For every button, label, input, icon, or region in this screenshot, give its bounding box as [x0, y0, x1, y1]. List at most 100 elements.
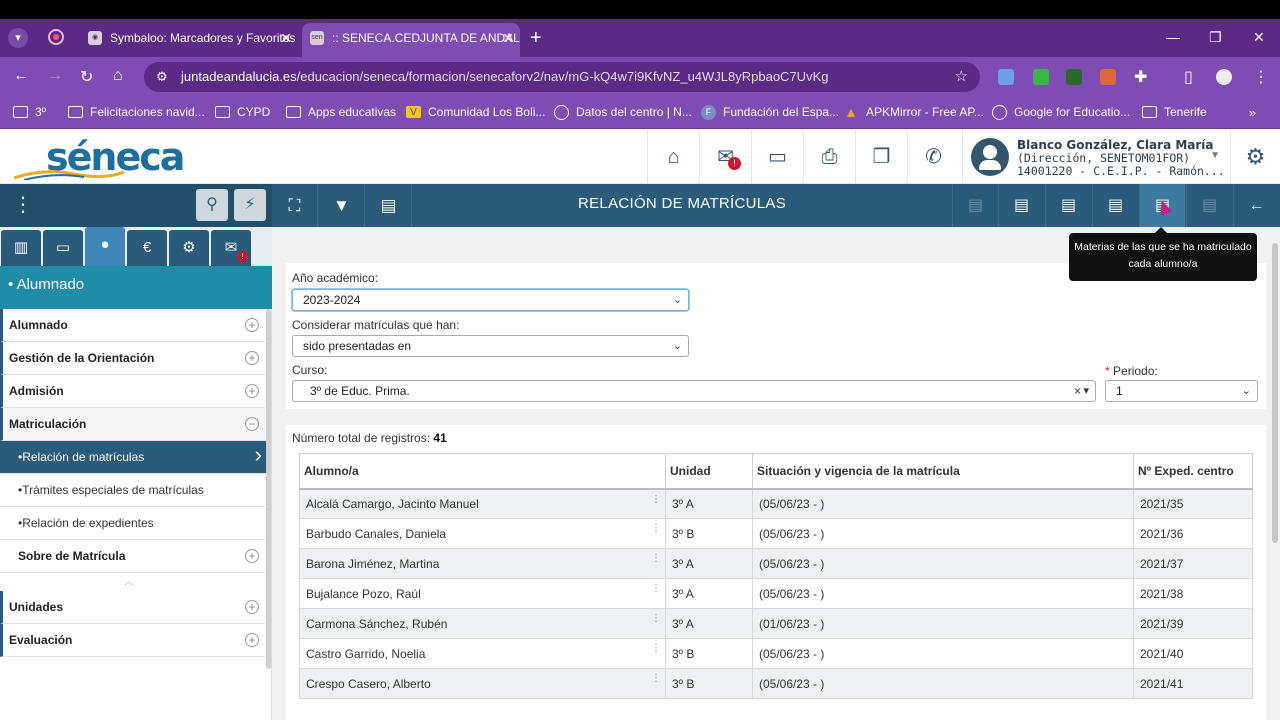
bookmark-item[interactable]: CYPD [215, 97, 270, 128]
sidebar-item-expedientes[interactable]: •Relación de expedientes [0, 507, 266, 540]
sidebar-scrollbar[interactable] [266, 309, 271, 669]
plus-icon[interactable]: + [245, 549, 259, 563]
bookmark-item[interactable]: ▲ APKMirror - Free AP... [844, 97, 984, 128]
user-menu[interactable]: Blanco González, Clara María (Dirección,… [962, 130, 1228, 184]
bookmark-item[interactable]: Felicitaciones navid... [68, 97, 205, 128]
chevron-up-icon[interactable]: ︿ [124, 573, 134, 588]
back-arrow-icon[interactable]: ← [1233, 184, 1279, 227]
table-row[interactable]: Bujalance Pozo, Raúl ⋮ 3º A (05/06/23 - ) 20… [299, 578, 1253, 609]
row-menu-icon[interactable]: ⋮ [651, 494, 661, 505]
url-bar[interactable]: ⚙ juntadeandalucia.es/educacion/seneca/f… [144, 62, 980, 92]
bookmark-item[interactable]: Google for Educatio... [992, 97, 1130, 128]
close-icon[interactable]: ✕ [280, 23, 292, 53]
plus-icon[interactable]: + [245, 318, 259, 332]
col-alumno[interactable]: Alumno/a [299, 453, 666, 490]
minus-icon[interactable]: − [245, 417, 259, 431]
course-select[interactable]: 3º de Educ. Prima. × ▾ [292, 380, 1096, 402]
close-icon[interactable]: ✕ [502, 23, 514, 53]
document-edit-icon[interactable]: ▤ [1092, 184, 1138, 227]
home-icon[interactable]: ⌂ [113, 67, 123, 85]
bookmark-item[interactable]: 3º [13, 97, 46, 128]
gear-icon[interactable]: ⚙ [1230, 130, 1280, 184]
row-menu-icon[interactable]: ⋮ [651, 613, 661, 624]
minimize-icon[interactable]: — [1166, 29, 1180, 45]
bookmark-item[interactable]: V Comunidad Los Boli... [406, 97, 545, 128]
document-add-icon[interactable]: ▤ [998, 184, 1044, 227]
star-icon[interactable]: ☆ [955, 62, 968, 92]
menu-kebab-icon[interactable]: ⋮ [13, 194, 33, 216]
forward-icon[interactable]: → [47, 67, 63, 85]
extension-icon[interactable] [1066, 69, 1082, 85]
profile-avatar[interactable] [1216, 69, 1232, 85]
copy-icon[interactable]: ❐ [855, 130, 907, 184]
bookmark-item[interactable]: Datos del centro | N... [554, 97, 692, 128]
site-info-icon[interactable]: ⚙ [156, 62, 168, 92]
row-menu-icon[interactable]: ⋮ [651, 553, 661, 564]
pdf-icon[interactable]: ▤ [366, 184, 412, 227]
sidebar-item-alumnado[interactable]: Alumnado + [0, 309, 266, 342]
sidebar-item-matriculacion[interactable]: Matriculación − [0, 408, 266, 441]
clear-icon[interactable]: × [1074, 381, 1081, 401]
menu-kebab-icon[interactable]: ⋮ [1253, 67, 1269, 87]
extension-icon[interactable] [1100, 69, 1116, 85]
tab-seneca[interactable]: sen :: SENECA.CEDJUNTA DE ANDALUCÍA ✕ [302, 23, 520, 57]
extensions-puzzle-icon[interactable]: ✚ [1134, 67, 1147, 87]
sidepanel-icon[interactable]: ▯ [1184, 67, 1193, 87]
id-card-icon[interactable]: ▭ [43, 230, 83, 266]
col-situacion[interactable]: Situación y vigencia de la matrícula [752, 453, 1134, 490]
col-expediente[interactable]: Nº Exped. centro [1133, 453, 1253, 490]
consider-select[interactable]: sido presentadas en ⌄ [292, 335, 689, 357]
sidebar-item-relacion-matriculas[interactable]: •Relación de matrículas [0, 439, 266, 474]
sidebar-item-tramites[interactable]: •Trámites especiales de matrículas [0, 474, 266, 507]
lightning-icon[interactable]: ⚡ [234, 189, 266, 221]
table-row[interactable]: Crespo Casero, Alberto ⋮ 3º B (05/06/23 - )… [299, 668, 1253, 699]
sidebar-item-sobre-matricula[interactable]: Sobre de Matrícula + [0, 540, 266, 573]
sidebar-item-orientacion[interactable]: Gestión de la Orientación + [0, 342, 266, 375]
new-tab-icon[interactable]: + [530, 27, 542, 50]
phone-icon[interactable]: ✆ [907, 130, 959, 184]
period-select[interactable]: 1 ⌄ [1105, 380, 1258, 402]
tab-symbaloo[interactable]: ◉ Symbaloo: Marcadores y Favoritos ✕ [80, 23, 298, 57]
col-unidad[interactable]: Unidad [665, 453, 753, 490]
restore-icon[interactable]: ❐ [1209, 29, 1222, 46]
student-icon[interactable]: ● [85, 227, 125, 266]
row-menu-icon[interactable]: ⋮ [651, 583, 661, 594]
content-scrollbar[interactable] [1272, 243, 1278, 543]
reload-icon[interactable]: ↻ [80, 67, 93, 87]
building-icon[interactable]: ▥ [1, 230, 41, 266]
back-icon[interactable]: ← [13, 67, 29, 85]
plus-icon[interactable]: + [245, 633, 259, 647]
extension-icon[interactable] [998, 69, 1014, 85]
row-menu-icon[interactable]: ⋮ [651, 523, 661, 534]
print-icon[interactable]: ⎙ [803, 130, 855, 184]
seneca-logo[interactable]: séneca [14, 138, 185, 180]
table-row[interactable]: Barona Jiménez, Martina ⋮ 3º A (05/06/23 - … [299, 548, 1253, 579]
tab-search-icon[interactable]: ▾ [8, 28, 28, 48]
euro-icon[interactable]: € [127, 230, 167, 266]
mail-icon[interactable]: ✉! [699, 130, 751, 184]
gears-icon[interactable]: ⚙ [169, 230, 209, 266]
plus-icon[interactable]: + [245, 351, 259, 365]
row-menu-icon[interactable]: ⋮ [651, 643, 661, 654]
home-icon[interactable]: ⌂ [647, 130, 699, 184]
search-icon[interactable]: ⚲ [196, 189, 228, 221]
bookmark-item[interactable]: F Fundación del Espa... [701, 97, 839, 128]
plus-icon[interactable]: + [245, 384, 259, 398]
table-row[interactable]: Barbudo Canales, Daniela ⋮ 3º B (05/06/23 -… [299, 518, 1253, 549]
fullscreen-icon[interactable]: ⛶ [272, 184, 318, 227]
sidebar-item-unidades[interactable]: Unidades + [0, 591, 266, 624]
sidebar-item-evaluacion[interactable]: Evaluación + [0, 624, 266, 657]
document-add-icon[interactable]: ▤ [1045, 184, 1091, 227]
extension-icon[interactable] [1033, 69, 1049, 85]
more-bookmarks-icon[interactable]: » [1249, 97, 1256, 128]
folder-open-icon[interactable]: ▭ [751, 130, 803, 184]
bookmark-item[interactable]: Apps educativas [286, 97, 396, 128]
row-menu-icon[interactable]: ⋮ [651, 673, 661, 684]
filter-icon[interactable]: ▼ [319, 184, 365, 227]
close-window-icon[interactable]: ✕ [1253, 29, 1265, 46]
mail-icon[interactable]: ✉! [211, 230, 251, 266]
year-select[interactable]: 2023-2024 ⌄ [292, 289, 689, 311]
table-row[interactable]: Alcalá Camargo, Jacinto Manuel ⋮ 3º A (05/0… [299, 488, 1253, 519]
table-row[interactable]: Castro Garrido, Noelia ⋮ 3º B (05/06/23 - )… [299, 638, 1253, 669]
bookmark-item[interactable]: Tenerife [1142, 97, 1207, 128]
